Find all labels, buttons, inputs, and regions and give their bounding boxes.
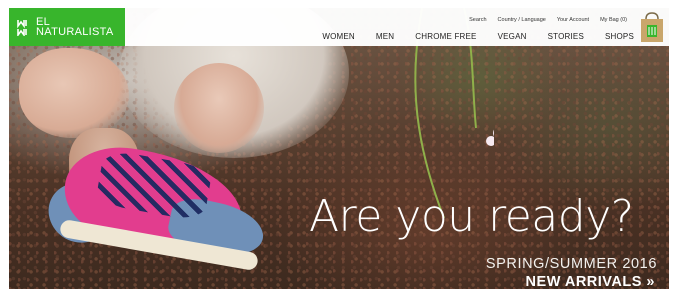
- main-nav: WOMEN MEN CHROME FREE VEGAN STORIES SHOP…: [322, 32, 634, 41]
- utility-nav: Search Country / Language Your Account M…: [469, 17, 627, 23]
- nav-item-stories[interactable]: STORIES: [548, 32, 584, 41]
- brand-name: EL NATURALISTA: [36, 16, 114, 38]
- country-language-link[interactable]: Country / Language: [498, 17, 546, 23]
- search-link[interactable]: Search: [469, 17, 486, 23]
- shopping-bag-icon[interactable]: [639, 11, 665, 43]
- my-bag-link[interactable]: My Bag (0): [600, 17, 627, 23]
- hero-banner: EL NATURALISTA Search Country / Language…: [9, 8, 669, 289]
- hero-headline: Are you ready?: [309, 191, 634, 242]
- brand-logo[interactable]: EL NATURALISTA: [9, 8, 125, 46]
- hero-photo-hand-right: [174, 63, 264, 153]
- hero-season: SPRING/SUMMER 2016: [485, 256, 657, 272]
- sneaker-image: [44, 138, 269, 272]
- nav-item-vegan[interactable]: VEGAN: [498, 32, 527, 41]
- new-arrivals-link[interactable]: NEW ARRIVALS »: [526, 274, 655, 289]
- nav-item-women[interactable]: WOMEN: [322, 32, 355, 41]
- nav-item-shops[interactable]: SHOPS: [605, 32, 634, 41]
- brand-logo-icon: [17, 20, 27, 36]
- site-header: EL NATURALISTA Search Country / Language…: [9, 8, 669, 46]
- hero-photo-hand-left: [19, 48, 129, 138]
- nav-item-chrome-free[interactable]: CHROME FREE: [415, 32, 476, 41]
- your-account-link[interactable]: Your Account: [557, 17, 589, 23]
- nav-item-men[interactable]: MEN: [376, 32, 394, 41]
